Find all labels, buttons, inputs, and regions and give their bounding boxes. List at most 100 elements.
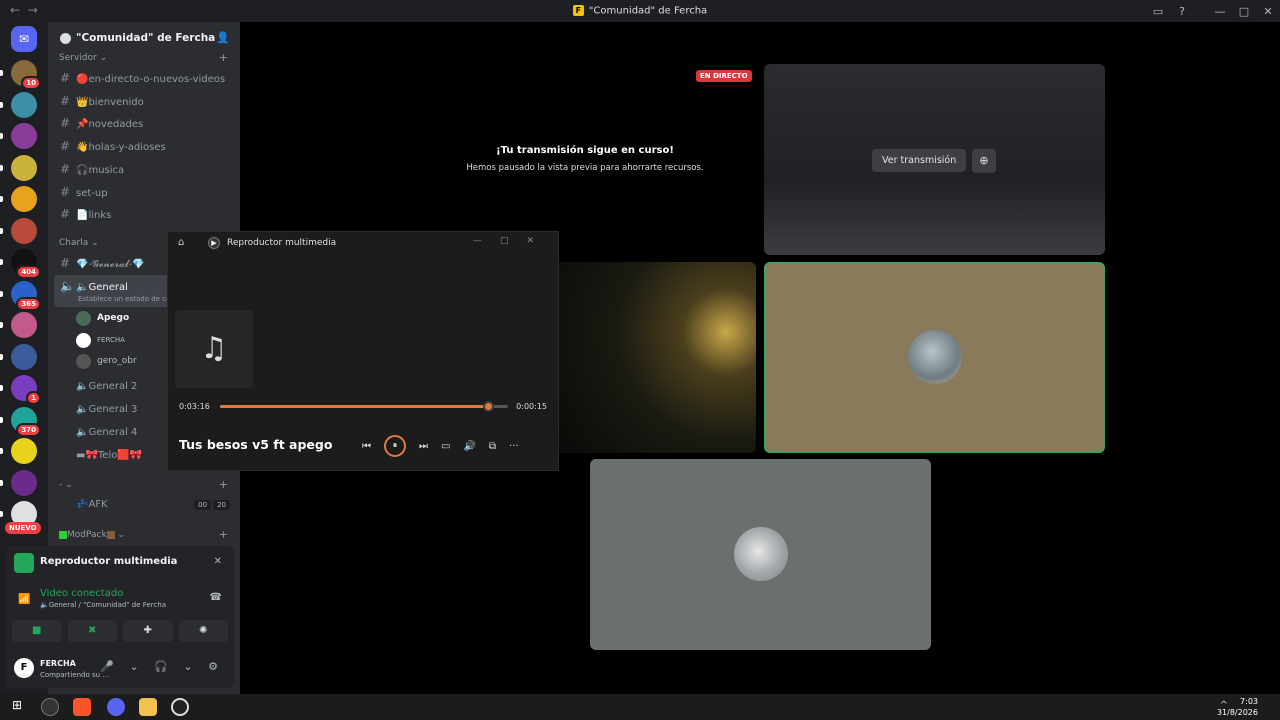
maximize-icon[interactable]: □: [1232, 5, 1256, 18]
watch-stream-button[interactable]: Ver transmisión: [872, 149, 967, 172]
unread-badge: 10: [21, 76, 41, 90]
text-channel[interactable]: # 🔴en-directo-o-nuevos-videos: [54, 67, 234, 87]
channel-name: 🔴en-directo-o-nuevos-videos: [76, 74, 226, 85]
home-icon[interactable]: ⌂: [178, 237, 184, 248]
volume-icon[interactable]: 🔊: [463, 441, 475, 452]
disconnect-icon[interactable]: ☎: [210, 592, 222, 603]
add-channel-icon[interactable]: +: [219, 478, 228, 491]
server-icon[interactable]: 404: [11, 249, 41, 279]
text-channel[interactable]: # 📄links: [54, 203, 234, 223]
music-note-icon: ♫: [175, 310, 253, 388]
server-icon[interactable]: [11, 469, 37, 496]
more-icon[interactable]: ···: [509, 441, 519, 452]
user-tile[interactable]: [590, 459, 931, 650]
server-icon[interactable]: 1: [11, 375, 41, 405]
help-icon[interactable]: ?: [1170, 5, 1194, 18]
taskbar-app-icon[interactable]: [41, 698, 59, 716]
activities-button[interactable]: ✚: [123, 620, 173, 642]
window-title-text: "Comunidad" de Fercha: [588, 5, 708, 17]
unread-pip: [0, 511, 3, 517]
app-favicon-icon: F: [572, 5, 584, 16]
voice-user-gero[interactable]: gero_obr: [76, 352, 137, 370]
server-icon[interactable]: [11, 438, 37, 464]
unread-pip: [0, 448, 3, 454]
minimize-icon[interactable]: —: [1208, 5, 1232, 18]
activity-card[interactable]: Reproductor multimedia ✕: [6, 546, 234, 582]
add-channel-icon[interactable]: +: [219, 51, 228, 64]
avatar: [734, 527, 788, 581]
screen-share-button[interactable]: ✖: [67, 620, 117, 642]
hash-icon: #: [60, 161, 71, 176]
soundboard-button[interactable]: ✺: [178, 620, 228, 642]
server-icon[interactable]: [11, 91, 37, 118]
afk-user-limit: 00 20: [194, 500, 230, 510]
discord-home-icon[interactable]: ✉: [11, 26, 37, 52]
category-modpack[interactable]: ModPack ⌄: [59, 530, 125, 540]
text-channel[interactable]: # 👋holas-y-adioses: [54, 135, 234, 155]
add-channel-icon[interactable]: +: [219, 528, 228, 541]
channel-name: 👋holas-y-adioses: [76, 142, 166, 154]
username[interactable]: FERCHA: [40, 659, 76, 668]
guild-header[interactable]: "Comunidad" de Fercha ⌄ 👤: [48, 22, 240, 54]
seek-handle[interactable]: [482, 401, 494, 412]
seek-bar[interactable]: [220, 401, 508, 412]
captions-icon[interactable]: ▭: [441, 441, 450, 452]
user-panel: Reproductor multimedia ✕ 📶 Video conectad…: [6, 546, 234, 688]
user-tile-speaking[interactable]: [764, 262, 1105, 453]
pause-button[interactable]: ⏸: [384, 435, 406, 457]
category-servidor[interactable]: Servidor ⌄: [59, 53, 107, 63]
song-title: Tus besos v5 ft apego: [179, 437, 333, 452]
media-player-title: Reproductor multimedia: [227, 238, 337, 248]
live-badge: EN DIRECTO: [696, 70, 752, 82]
server-icon[interactable]: 365: [11, 280, 41, 311]
add-user-icon[interactable]: 👤: [216, 31, 230, 44]
windows-start-icon[interactable]: ⊞: [8, 698, 26, 716]
category-dash[interactable]: - ⌄: [59, 480, 73, 490]
discord-taskbar-icon[interactable]: [107, 698, 125, 716]
avatar: [76, 332, 91, 348]
close-icon[interactable]: ✕: [214, 556, 222, 567]
server-icon[interactable]: [11, 123, 37, 149]
text-channel[interactable]: # 📌novedades: [54, 112, 234, 132]
window-controls[interactable]: —□✕: [473, 236, 552, 246]
brave-browser-icon[interactable]: [73, 698, 91, 716]
unread-badge: 1: [26, 391, 41, 405]
category-charla[interactable]: Charla ⌄: [59, 238, 99, 248]
connection-status[interactable]: Video conectado: [40, 588, 234, 599]
server-icon[interactable]: [11, 154, 37, 181]
camera-button[interactable]: ■: [12, 620, 62, 642]
connection-location[interactable]: 🔈General / "Comunidad" de Fercha: [40, 601, 234, 609]
server-icon[interactable]: [11, 217, 37, 244]
signal-icon[interactable]: 📶: [18, 594, 30, 605]
unread-pip: [0, 385, 3, 391]
eye-icon[interactable]: ⊕: [972, 149, 996, 173]
inbox-icon[interactable]: ▭: [1146, 5, 1170, 18]
voice-user-fercha[interactable]: FERCHA: [76, 331, 125, 349]
new-badge: NUEVO: [5, 522, 41, 534]
next-icon[interactable]: ⏭: [419, 441, 428, 452]
avatar[interactable]: F: [14, 658, 34, 678]
text-channel[interactable]: # 🎧musica: [54, 158, 234, 178]
server-icon[interactable]: 10: [11, 60, 41, 90]
unread-badge: 404: [16, 265, 41, 279]
text-channel[interactable]: # 👑bienvenido: [54, 90, 234, 110]
guild-icon: [60, 32, 71, 44]
clock[interactable]: 7:03 31/8/2026: [1217, 696, 1258, 718]
text-channel[interactable]: # set-up: [54, 181, 234, 201]
media-player-taskbar-icon[interactable]: [171, 698, 189, 716]
server-icon[interactable]: [11, 312, 37, 338]
server-icon[interactable]: [11, 186, 37, 212]
user-status: Compartiendo su ...: [40, 671, 109, 679]
file-explorer-icon[interactable]: [139, 698, 157, 716]
seek-fill: [220, 405, 488, 408]
previous-icon[interactable]: ⏮: [362, 441, 371, 452]
server-icon[interactable]: 370: [11, 406, 41, 437]
clock-time: 7:03: [1240, 697, 1258, 706]
close-icon[interactable]: ✕: [1256, 5, 1280, 18]
voice-user-apego[interactable]: Apego: [76, 309, 129, 327]
stream-tile[interactable]: Ver transmisión ⊕: [764, 64, 1105, 255]
user-controls[interactable]: 🎤 ⌄ 🎧 ⌄ ⚙: [100, 660, 224, 673]
mini-player-icon[interactable]: ⧉: [489, 441, 496, 452]
server-icon[interactable]: [11, 343, 37, 370]
window-title: F "Comunidad" de Fercha: [0, 5, 1280, 17]
